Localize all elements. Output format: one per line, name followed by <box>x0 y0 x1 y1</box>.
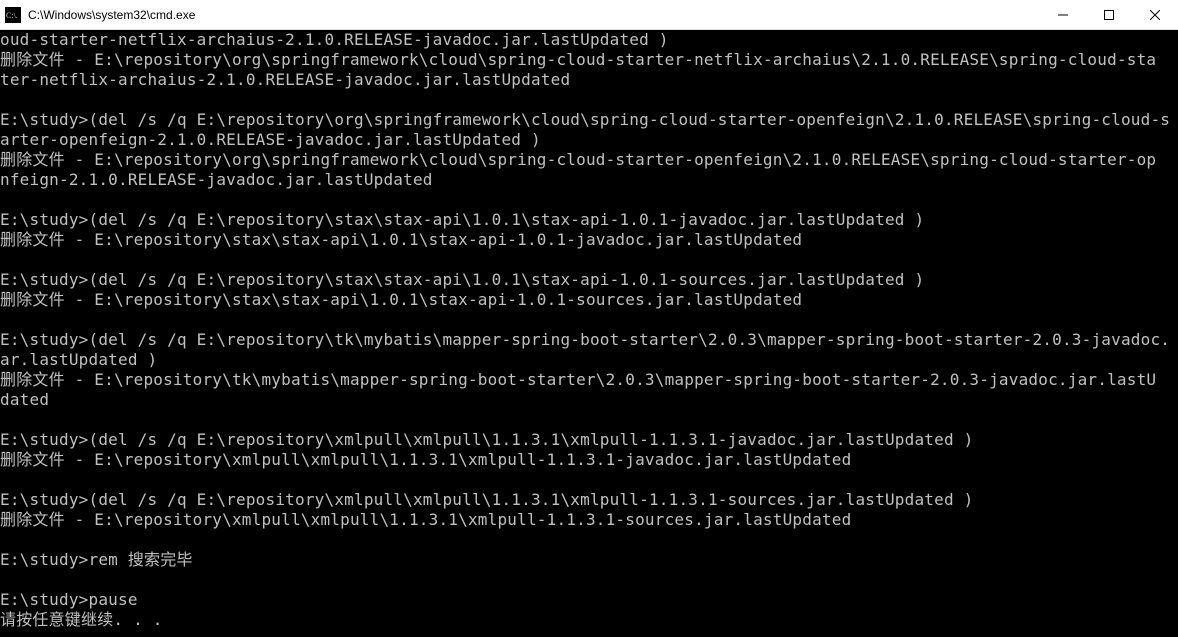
terminal-output[interactable]: oud-starter-netflix-archaius-2.1.0.RELEA… <box>0 30 1178 637</box>
terminal-line: 删除文件 - E:\repository\org\springframework… <box>0 150 1178 170</box>
window-buttons <box>1040 0 1178 30</box>
terminal-line: 删除文件 - E:\repository\org\springframework… <box>0 50 1178 70</box>
terminal-line: 删除文件 - E:\repository\xmlpull\xmlpull\1.1… <box>0 510 1178 530</box>
terminal-line: E:\study>(del /s /q E:\repository\org\sp… <box>0 110 1178 130</box>
terminal-line: E:\study>(del /s /q E:\repository\stax\s… <box>0 270 1178 290</box>
terminal-line <box>0 90 1178 110</box>
terminal-line: ar.lastUpdated ) <box>0 350 1178 370</box>
terminal-line: ter-netflix-archaius-2.1.0.RELEASE-javad… <box>0 70 1178 90</box>
terminal-line: 删除文件 - E:\repository\stax\stax-api\1.0.1… <box>0 290 1178 310</box>
terminal-line: 请按任意键继续. . . <box>0 610 1178 630</box>
terminal-line: E:\study>(del /s /q E:\repository\tk\myb… <box>0 330 1178 350</box>
terminal-line: E:\study>(del /s /q E:\repository\xmlpul… <box>0 490 1178 510</box>
terminal-line: 删除文件 - E:\repository\tk\mybatis\mapper-s… <box>0 370 1178 390</box>
terminal-line <box>0 310 1178 330</box>
terminal-line: E:\study>(del /s /q E:\repository\xmlpul… <box>0 430 1178 450</box>
maximize-button[interactable] <box>1086 0 1132 30</box>
terminal-line: oud-starter-netflix-archaius-2.1.0.RELEA… <box>0 30 1178 50</box>
cmd-icon: C:\. <box>0 7 26 23</box>
title-bar: C:\. C:\Windows\system32\cmd.exe <box>0 0 1178 30</box>
terminal-line <box>0 190 1178 210</box>
terminal-line: E:\study>rem 搜索完毕 <box>0 550 1178 570</box>
close-button[interactable] <box>1132 0 1178 30</box>
terminal-line: nfeign-2.1.0.RELEASE-javadoc.jar.lastUpd… <box>0 170 1178 190</box>
terminal-line: arter-openfeign-2.1.0.RELEASE-javadoc.ja… <box>0 130 1178 150</box>
terminal-line <box>0 410 1178 430</box>
terminal-line: E:\study>pause <box>0 590 1178 610</box>
svg-text:C:\.: C:\. <box>6 11 18 20</box>
terminal-line: 删除文件 - E:\repository\stax\stax-api\1.0.1… <box>0 230 1178 250</box>
terminal-line: 删除文件 - E:\repository\xmlpull\xmlpull\1.1… <box>0 450 1178 470</box>
window-title: C:\Windows\system32\cmd.exe <box>26 8 1040 22</box>
terminal-line <box>0 470 1178 490</box>
terminal-line <box>0 250 1178 270</box>
minimize-button[interactable] <box>1040 0 1086 30</box>
terminal-line: dated <box>0 390 1178 410</box>
terminal-line <box>0 530 1178 550</box>
terminal-line <box>0 570 1178 590</box>
terminal-line: E:\study>(del /s /q E:\repository\stax\s… <box>0 210 1178 230</box>
